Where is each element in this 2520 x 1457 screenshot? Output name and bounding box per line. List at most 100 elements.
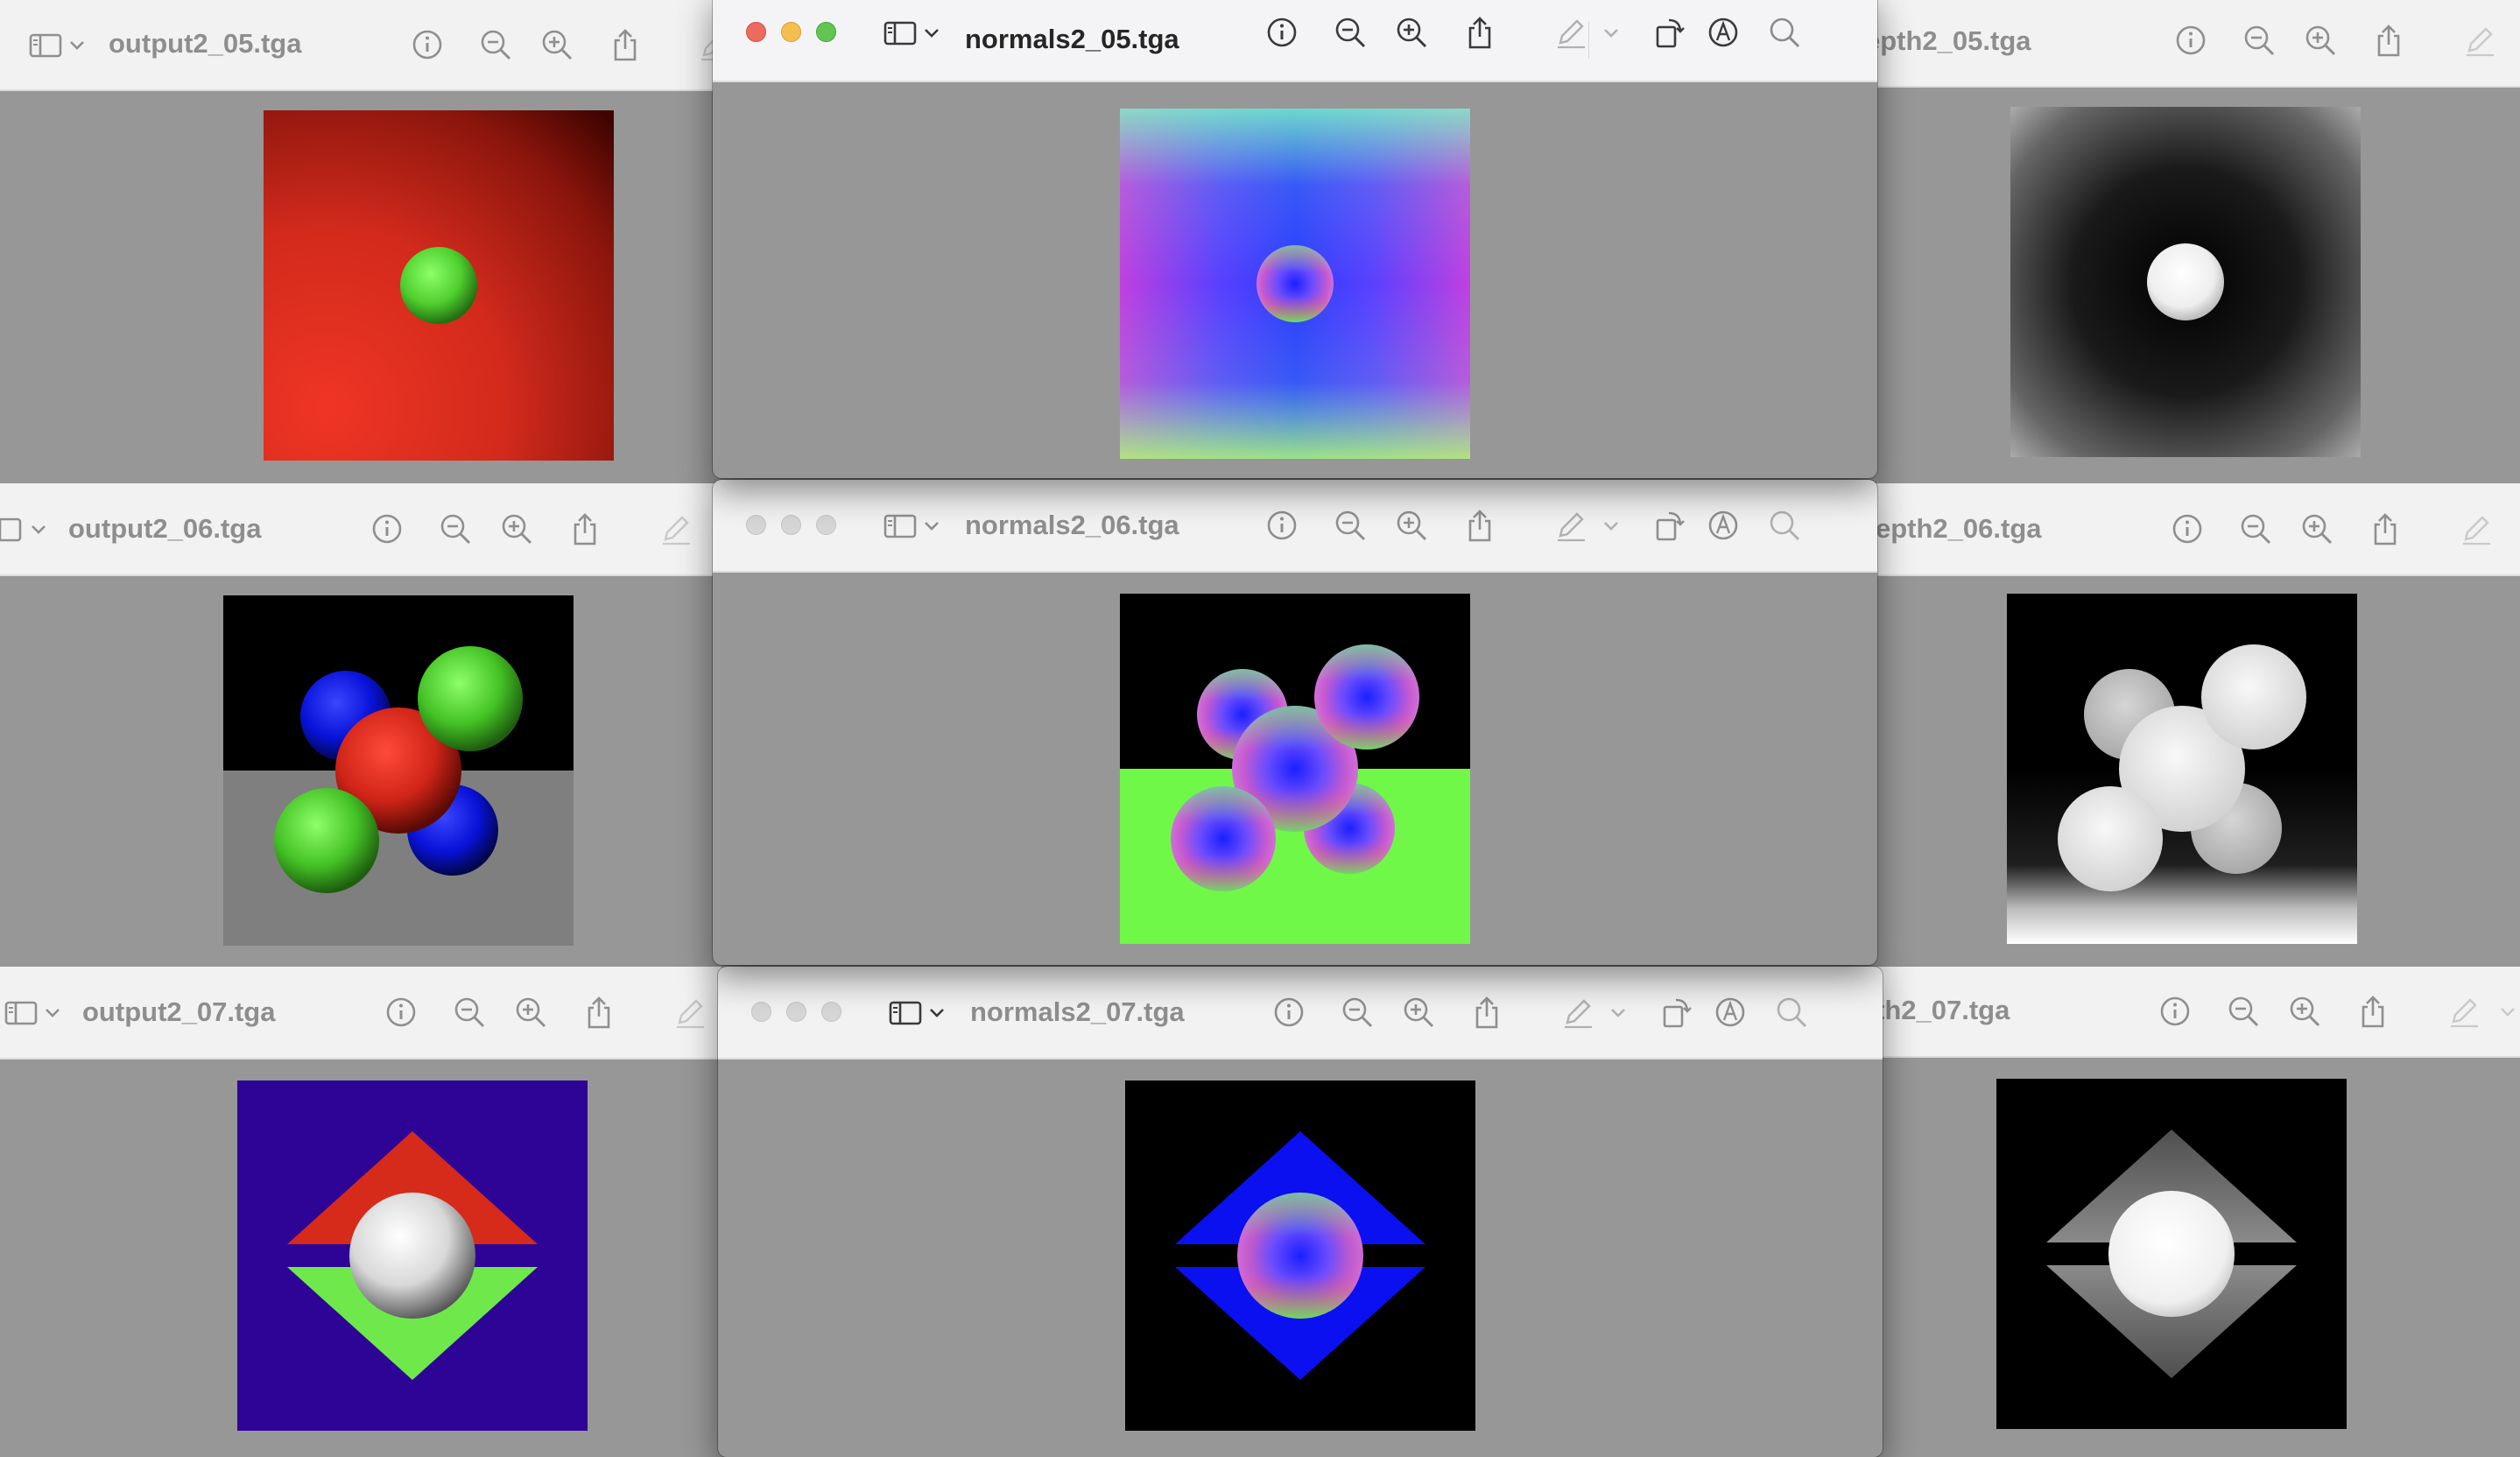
share-icon[interactable]: [2355, 994, 2390, 1029]
rotate-icon[interactable]: [1651, 508, 1686, 543]
chevron-down-icon[interactable]: [1601, 508, 1622, 543]
zoom-out-icon[interactable]: [2238, 511, 2273, 546]
zoom-button[interactable]: [816, 515, 836, 535]
zoom-in-icon[interactable]: [2303, 23, 2338, 58]
toolbar: output2_07.tga: [0, 967, 722, 1059]
toolbar: normals2_06.tga: [713, 480, 1877, 573]
chevron-down-icon[interactable]: [1601, 15, 1622, 50]
window-normals2-07: normals2_07.tga: [718, 967, 1883, 1457]
zoom-in-icon[interactable]: [2299, 511, 2334, 546]
minimize-button[interactable]: [781, 515, 801, 535]
window-output2-06: output2_06.tga: [0, 483, 718, 967]
info-icon[interactable]: [410, 27, 445, 62]
zoom-in-icon[interactable]: [1394, 508, 1429, 543]
search-icon[interactable]: [1774, 995, 1809, 1030]
zoom-out-icon[interactable]: [1333, 508, 1368, 543]
window-output2-05: output2_05.tga: [0, 0, 718, 483]
close-button[interactable]: [746, 22, 766, 42]
render-image: [264, 110, 614, 461]
chevron-down-icon[interactable]: [1608, 995, 1629, 1030]
image-output2-05: [264, 110, 614, 461]
zoom-in-icon[interactable]: [513, 995, 548, 1030]
markup-pen-icon[interactable]: [672, 995, 707, 1030]
window-depth2-07: th2_07.tga: [1856, 967, 2520, 1434]
zoom-out-icon[interactable]: [438, 511, 473, 546]
zoom-in-icon[interactable]: [1394, 15, 1429, 50]
share-icon[interactable]: [581, 995, 616, 1030]
annotate-icon[interactable]: [1713, 995, 1748, 1030]
rotate-icon[interactable]: [1651, 15, 1686, 50]
sidebar-toggle-icon[interactable]: [28, 27, 63, 62]
window-title: normals2_05.tga: [965, 24, 1179, 54]
sidebar-toggle-icon[interactable]: [0, 511, 23, 546]
toolbar: output2_06.tga: [0, 483, 718, 576]
search-icon[interactable]: [1767, 15, 1802, 50]
info-icon[interactable]: [1264, 15, 1299, 50]
image-output2-07: [237, 1080, 588, 1431]
sidebar-toggle-icon[interactable]: [888, 995, 923, 1030]
render-image: [2007, 594, 2357, 944]
zoom-out-icon[interactable]: [2226, 994, 2261, 1029]
info-icon[interactable]: [2173, 23, 2208, 58]
annotate-icon[interactable]: [1706, 15, 1741, 50]
markup-pen-icon[interactable]: [1553, 15, 1588, 50]
zoom-in-icon[interactable]: [2287, 994, 2322, 1029]
zoom-out-icon[interactable]: [452, 995, 487, 1030]
annotate-icon[interactable]: [1706, 508, 1741, 543]
markup-pen-icon[interactable]: [1553, 508, 1588, 543]
minimize-button[interactable]: [781, 22, 801, 42]
info-icon[interactable]: [2170, 511, 2205, 546]
share-icon[interactable]: [1462, 508, 1497, 543]
close-button[interactable]: [746, 515, 766, 535]
search-icon[interactable]: [1767, 508, 1802, 543]
rotate-icon[interactable]: [1658, 995, 1693, 1030]
zoom-in-icon[interactable]: [499, 511, 534, 546]
share-icon[interactable]: [567, 511, 602, 546]
info-icon[interactable]: [1264, 508, 1299, 543]
info-icon[interactable]: [2157, 994, 2193, 1029]
share-icon[interactable]: [2371, 23, 2406, 58]
share-icon[interactable]: [2368, 511, 2403, 546]
sidebar-toggle-icon[interactable]: [4, 995, 39, 1030]
chevron-down-icon[interactable]: [2497, 994, 2518, 1029]
share-icon[interactable]: [1462, 15, 1497, 50]
chevron-down-icon[interactable]: [921, 15, 942, 50]
markup-pen-icon[interactable]: [2446, 994, 2481, 1029]
render-image: [2010, 107, 2361, 457]
zoom-button[interactable]: [821, 1002, 841, 1022]
chevron-down-icon[interactable]: [28, 511, 49, 546]
toolbar-divider: [1588, 22, 1589, 59]
chevron-down-icon[interactable]: [921, 508, 942, 543]
chevron-down-icon[interactable]: [42, 995, 63, 1030]
chevron-down-icon[interactable]: [67, 27, 88, 62]
window-title: normals2_06.tga: [965, 510, 1179, 540]
window-normals2-05: normals2_05.tga: [713, 0, 1877, 478]
zoom-button[interactable]: [816, 22, 836, 42]
image-depth2-07: [1996, 1079, 2347, 1429]
window-title: output2_05.tga: [109, 28, 302, 59]
zoom-out-icon[interactable]: [478, 27, 513, 62]
zoom-in-icon[interactable]: [1401, 995, 1436, 1030]
image-depth2-05: [2010, 107, 2361, 457]
zoom-in-icon[interactable]: [539, 27, 574, 62]
minimize-button[interactable]: [786, 1002, 806, 1022]
chevron-down-icon[interactable]: [926, 995, 947, 1030]
zoom-out-icon[interactable]: [2242, 23, 2277, 58]
markup-pen-icon[interactable]: [2462, 23, 2497, 58]
close-button[interactable]: [751, 1002, 771, 1022]
share-icon[interactable]: [608, 27, 643, 62]
markup-pen-icon[interactable]: [658, 511, 693, 546]
sidebar-toggle-icon[interactable]: [883, 508, 918, 543]
sidebar-toggle-icon[interactable]: [883, 15, 918, 50]
info-icon[interactable]: [370, 511, 405, 546]
zoom-out-icon[interactable]: [1333, 15, 1368, 50]
info-icon[interactable]: [1271, 995, 1306, 1030]
info-icon[interactable]: [384, 995, 419, 1030]
markup-pen-icon[interactable]: [2459, 511, 2494, 546]
toolbar: normals2_07.tga: [718, 967, 1883, 1059]
window-normals2-06: normals2_06.tga: [713, 480, 1877, 965]
markup-pen-icon[interactable]: [1560, 995, 1595, 1030]
toolbar: output2_05.tga: [0, 0, 718, 91]
share-icon[interactable]: [1469, 995, 1504, 1030]
zoom-out-icon[interactable]: [1340, 995, 1375, 1030]
